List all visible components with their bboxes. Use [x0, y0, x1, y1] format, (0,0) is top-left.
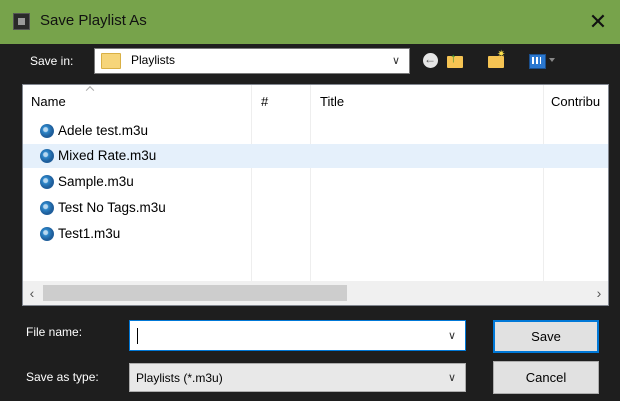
save-as-type-value: Playlists (*.m3u)	[136, 371, 223, 385]
playlist-file-icon	[40, 227, 54, 241]
view-menu-arrow-icon[interactable]	[549, 58, 555, 62]
list-item[interactable]: Test1.m3u	[23, 222, 608, 246]
up-folder-icon[interactable]	[444, 50, 466, 72]
save-as-type-dropdown[interactable]: Playlists (*.m3u) ∨	[129, 363, 466, 392]
save-in-dropdown[interactable]: Playlists ∨	[94, 48, 410, 74]
chevron-down-icon[interactable]: ∨	[443, 368, 461, 388]
view-menu-icon[interactable]	[526, 50, 548, 72]
file-name-input[interactable]	[136, 327, 426, 345]
list-item[interactable]: Adele test.m3u	[23, 119, 608, 143]
save-in-label: Save in:	[30, 54, 74, 68]
back-icon[interactable]	[420, 50, 442, 72]
file-name-combo[interactable]: ∨	[129, 320, 466, 351]
list-item[interactable]: Sample.m3u	[23, 170, 608, 194]
list-item[interactable]: Test No Tags.m3u	[23, 196, 608, 220]
list-item-selected[interactable]: Mixed Rate.m3u	[23, 144, 608, 168]
chevron-down-icon[interactable]: ∨	[387, 51, 405, 71]
scroll-left-icon[interactable]: ‹	[23, 281, 41, 305]
chevron-down-icon[interactable]: ∨	[443, 326, 461, 346]
scrollbar-thumb[interactable]	[43, 285, 347, 301]
window-title: Save Playlist As	[40, 12, 147, 29]
playlist-file-icon	[40, 149, 54, 163]
horizontal-scrollbar[interactable]: ‹ ›	[23, 281, 608, 305]
save-in-value: Playlists	[131, 53, 176, 67]
save-button[interactable]: Save	[493, 320, 599, 353]
file-name-label: File name:	[26, 325, 83, 339]
save-as-type-label: Save as type:	[26, 370, 99, 384]
file-name: Test1.m3u	[58, 226, 121, 241]
playlist-file-icon	[40, 201, 54, 215]
playlist-file-icon	[40, 175, 54, 189]
sort-up-icon	[85, 86, 97, 92]
file-name: Sample.m3u	[58, 174, 134, 189]
file-name: Test No Tags.m3u	[58, 200, 166, 215]
cancel-button[interactable]: Cancel	[493, 361, 599, 394]
app-icon	[13, 13, 30, 30]
title-bar: Save Playlist As ✕	[0, 0, 620, 44]
playlist-file-icon	[40, 124, 54, 138]
new-folder-icon[interactable]	[485, 49, 507, 72]
file-name: Adele test.m3u	[58, 123, 149, 138]
file-name: Mixed Rate.m3u	[58, 148, 157, 163]
scroll-right-icon[interactable]: ›	[590, 281, 608, 305]
file-list[interactable]: Name # Title Contribu Adele test.m3u Mix…	[22, 84, 609, 306]
close-button[interactable]: ✕	[578, 6, 618, 38]
folder-icon	[101, 53, 121, 69]
